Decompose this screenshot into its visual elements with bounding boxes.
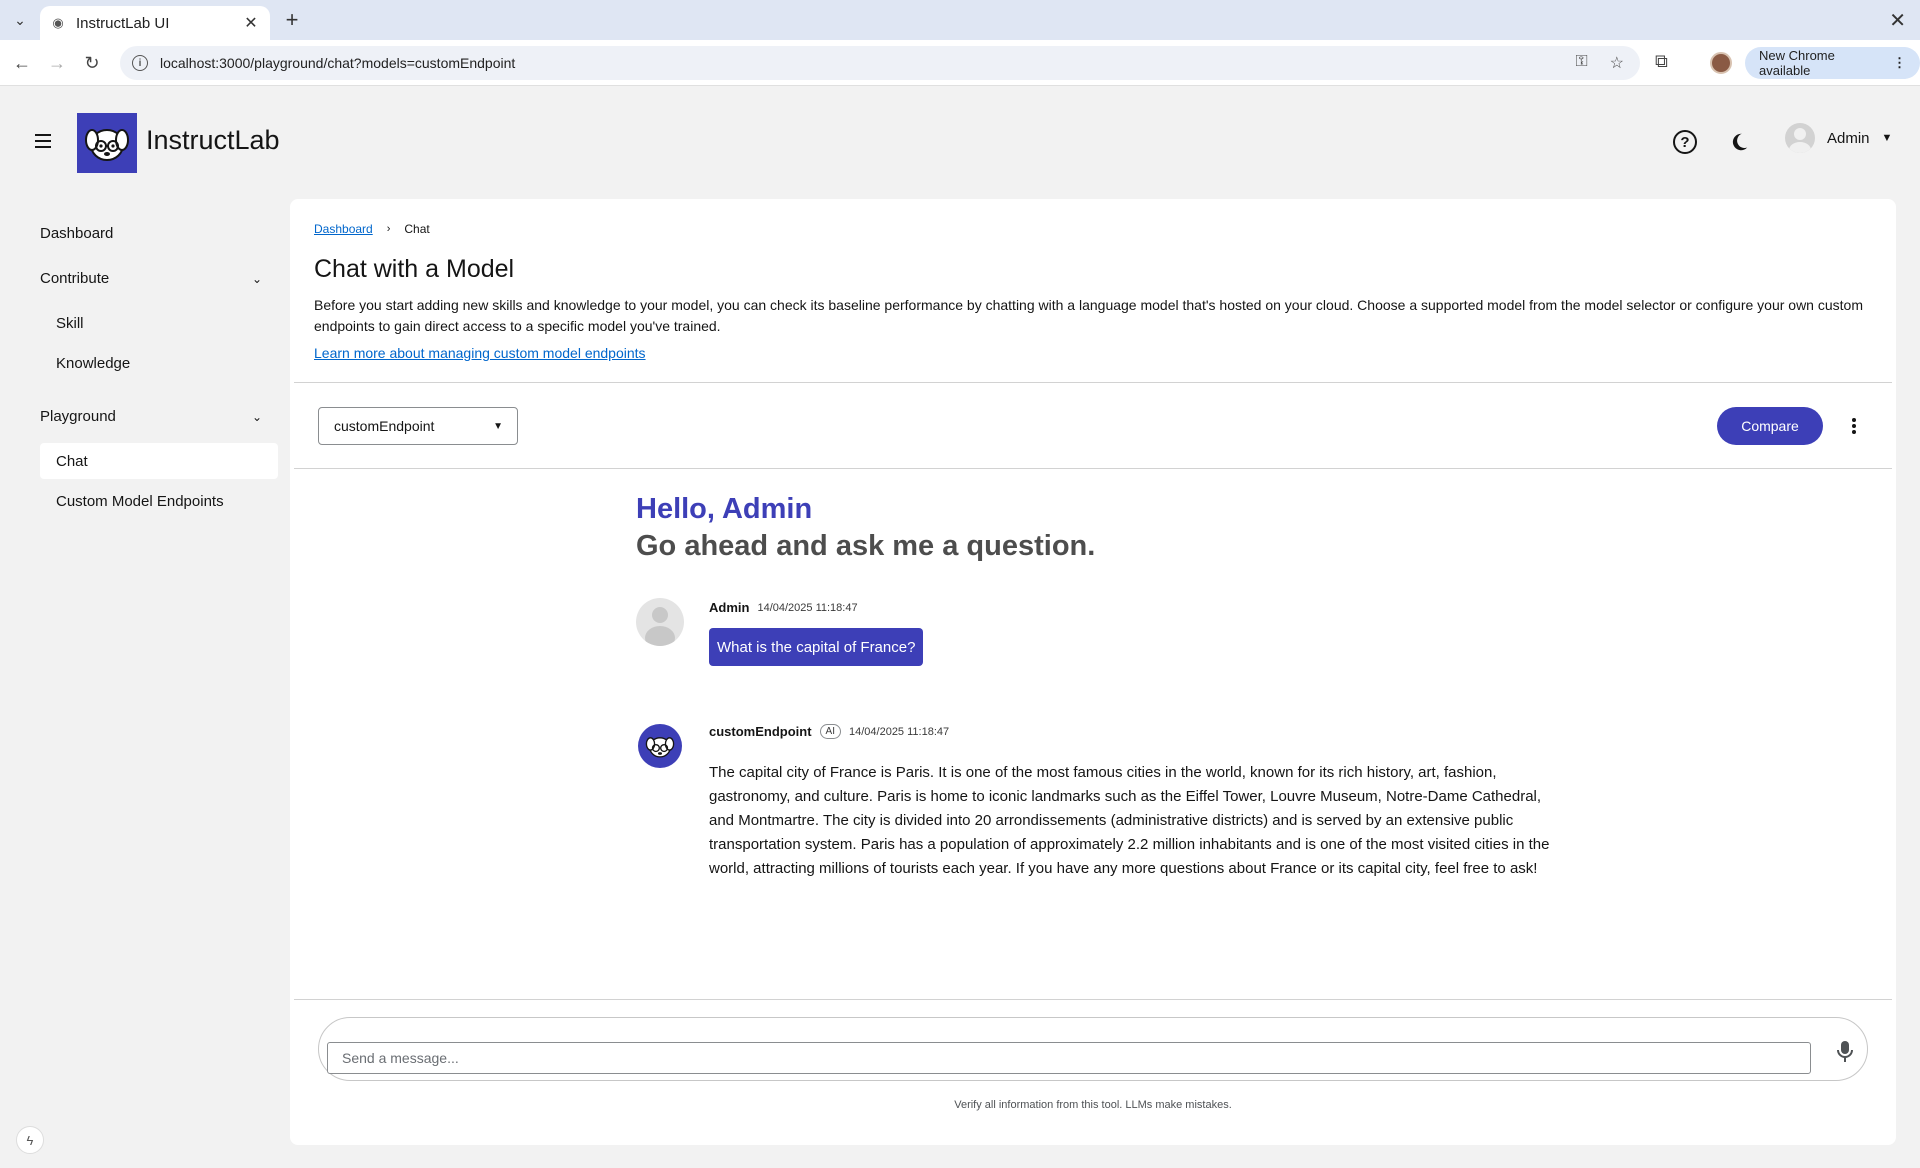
sidebar-item-custom-endpoints[interactable]: Custom Model Endpoints <box>56 493 224 510</box>
reload-icon[interactable]: ↻ <box>80 51 104 75</box>
disclaimer: Verify all information from this tool. L… <box>954 1099 1232 1111</box>
user-name: Admin <box>1827 129 1870 147</box>
url-text[interactable]: localhost:3000/playground/chat?models=cu… <box>160 55 1575 71</box>
chevron-right-icon: › <box>386 223 391 235</box>
sidebar-item-skill[interactable]: Skill <box>56 315 84 332</box>
address-bar[interactable]: i localhost:3000/playground/chat?models=… <box>120 46 1640 80</box>
avatar <box>1785 123 1815 153</box>
tab-search-icon[interactable]: ⌄ <box>10 10 30 30</box>
ai-badge: AI <box>819 724 841 739</box>
model-selector[interactable]: customEndpoint ▼ <box>318 407 518 445</box>
caret-down-icon: ▼ <box>493 420 503 432</box>
sidebar-item-knowledge[interactable]: Knowledge <box>56 355 130 372</box>
breadcrumb-dashboard-link[interactable]: Dashboard <box>314 222 373 236</box>
message-timestamp: 14/04/2025 11:18:47 <box>757 601 858 614</box>
profile-avatar[interactable] <box>1710 52 1732 74</box>
password-key-icon[interactable]: ⚿ <box>1575 53 1587 73</box>
lightning-icon[interactable]: ϟ <box>16 1126 44 1154</box>
chrome-menu-icon: ⋮ <box>1893 55 1906 70</box>
site-info-icon[interactable]: i <box>132 55 148 71</box>
browser-tab[interactable]: ◉ InstructLab UI ✕ <box>40 6 270 40</box>
message-input[interactable] <box>327 1042 1811 1074</box>
message-header: Admin 14/04/2025 11:18:47 <box>709 600 858 615</box>
breadcrumb-current: Chat <box>404 222 430 236</box>
browser-tabstrip: ⌄ ◉ InstructLab UI ✕ + ✕ <box>0 0 1920 40</box>
sidebar-item-chat[interactable]: Chat <box>40 443 278 479</box>
instructlab-logo[interactable] <box>77 113 137 173</box>
mic-glyph <box>1837 1041 1853 1062</box>
dark-mode-moon-icon[interactable] <box>1728 131 1750 153</box>
tab-title: InstructLab UI <box>76 14 170 32</box>
divider <box>294 999 1892 1000</box>
dog-logo-icon <box>645 737 675 758</box>
close-window-icon[interactable]: ✕ <box>1889 8 1906 33</box>
forward-icon[interactable]: → <box>45 51 69 75</box>
greeting-prompt: Go ahead and ask me a question. <box>636 530 1096 562</box>
extensions-icon[interactable]: ⧉ <box>1655 51 1668 72</box>
breadcrumb: Dashboard › Chat <box>314 222 430 236</box>
browser-toolbar: ← → ↻ i localhost:3000/playground/chat?m… <box>0 40 1920 86</box>
masthead: InstructLab ? Admin ▼ <box>0 87 1920 197</box>
selected-model: customEndpoint <box>334 418 435 434</box>
caret-down-icon: ▼ <box>1881 132 1893 144</box>
greeting: Hello, Admin <box>636 493 813 525</box>
back-icon[interactable]: ← <box>10 51 34 75</box>
bookmark-star-icon[interactable]: ☆ <box>1610 53 1624 73</box>
learn-more-link[interactable]: Learn more about managing custom model e… <box>314 345 646 361</box>
user-message-bubble: What is the capital of France? <box>709 628 924 666</box>
bot-avatar <box>638 724 682 768</box>
message-header: customEndpoint AI 14/04/2025 11:18:47 <box>709 724 949 739</box>
sidebar-item-dashboard[interactable]: Dashboard <box>40 225 113 242</box>
main-card: Dashboard › Chat Chat with a Model Befor… <box>290 199 1896 1145</box>
sidebar-group-label: Playground <box>40 408 116 425</box>
chrome-update-label: New Chrome available <box>1759 48 1835 78</box>
bot-message-text: The capital city of France is Paris. It … <box>709 764 1550 877</box>
favicon-icon: ◉ <box>52 15 64 30</box>
user-menu[interactable]: Admin ▼ <box>1785 123 1892 153</box>
sidebar: Dashboard Contribute ⌄ Skill Knowledge P… <box>0 197 290 1168</box>
help-icon[interactable]: ? <box>1673 130 1697 154</box>
dog-logo-icon <box>85 129 129 161</box>
page-title: Chat with a Model <box>314 255 515 283</box>
close-tab-icon[interactable]: ✕ <box>242 13 260 33</box>
sidebar-group-contribute[interactable]: Contribute ⌄ <box>40 270 262 287</box>
hamburger-menu-icon[interactable] <box>33 131 53 151</box>
chevron-down-icon: ⌄ <box>251 271 262 286</box>
page-description: Before you start adding new skills and k… <box>314 297 1863 334</box>
message-timestamp: 14/04/2025 11:18:47 <box>849 725 950 738</box>
brand-name: InstructLab <box>146 125 280 155</box>
message-author: customEndpoint <box>709 724 812 739</box>
chevron-down-icon: ⌄ <box>251 409 262 424</box>
microphone-icon[interactable] <box>1833 1038 1857 1066</box>
user-avatar <box>636 598 684 646</box>
divider <box>294 468 1892 469</box>
sidebar-group-label: Contribute <box>40 270 110 287</box>
chrome-update-button[interactable]: New Chrome available ⋮ <box>1745 47 1920 79</box>
divider <box>294 382 1892 383</box>
message-composer <box>318 1017 1868 1081</box>
message-author: Admin <box>709 600 750 615</box>
new-tab-icon[interactable]: + <box>280 7 304 32</box>
kebab-menu-icon[interactable] <box>1844 415 1864 437</box>
sidebar-group-playground[interactable]: Playground ⌄ <box>40 408 262 425</box>
compare-button[interactable]: Compare <box>1717 407 1823 445</box>
